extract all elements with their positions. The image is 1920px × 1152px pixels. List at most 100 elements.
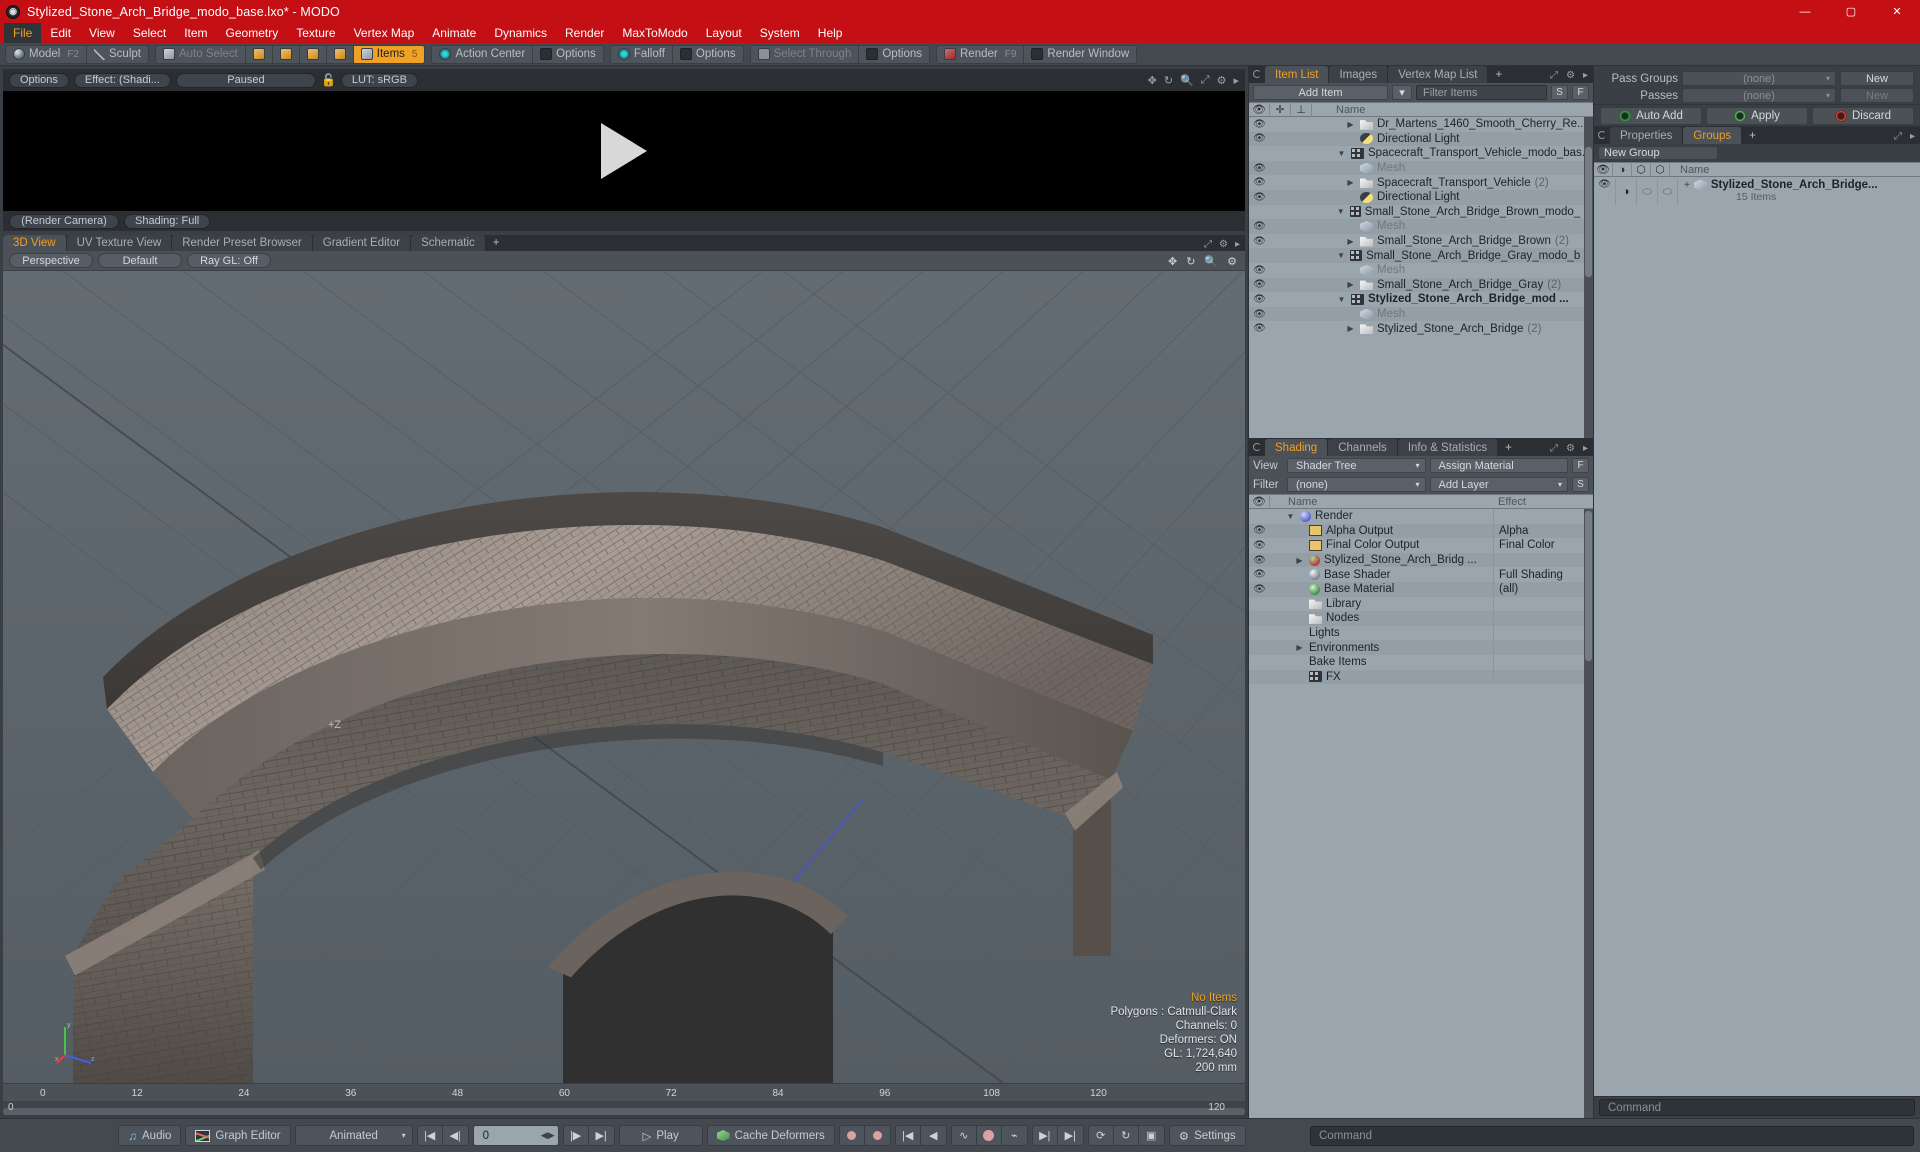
row-visibility-icon[interactable]: 👁 (1249, 236, 1270, 247)
settings-button[interactable]: ⚙ Settings (1168, 1125, 1246, 1146)
table-row[interactable]: 👁 Final Color Output Final Color▾ (1249, 538, 1593, 553)
shading-gear-icon[interactable]: ⚙ (1566, 443, 1575, 454)
row-effect-cell[interactable] (1493, 640, 1593, 655)
curve-key-button[interactable]: ∿ (952, 1126, 977, 1145)
row-name-cell[interactable]: ▶ Small_Stone_Arch_Bridge_Gray (2) (1312, 279, 1593, 291)
menu-item-help[interactable]: Help (809, 23, 852, 43)
twirl-icon[interactable]: ▼ (1285, 512, 1296, 521)
row-name-cell[interactable]: Base Material (1270, 583, 1493, 595)
row-visibility-icon[interactable]: 👁 (1249, 177, 1270, 188)
row-name-cell[interactable]: ▼ Small_Stone_Arch_Bridge_Gray_modo_b ... (1312, 250, 1593, 262)
shading-filter-select[interactable]: (none) ▾ (1287, 477, 1426, 492)
sculpt-mode-button[interactable]: Sculpt (87, 46, 148, 63)
last-key-button[interactable]: ▶| (1058, 1126, 1083, 1145)
row-effect-cell[interactable]: ▾ (1493, 552, 1593, 568)
expand-icon[interactable]: ⤢ (1201, 74, 1210, 87)
chevron-right-icon[interactable]: ▸ (1233, 74, 1239, 87)
row-visibility-icon[interactable]: 👁 (1249, 119, 1270, 130)
row-visibility-icon[interactable]: 👁 (1249, 265, 1270, 276)
twirl-icon[interactable]: ▼ (1336, 149, 1347, 158)
table-row[interactable]: 👁 ▶ Stylized_Stone_Arch_Bridge (2) (1249, 321, 1593, 336)
viewport-expand-icon[interactable]: ⤢ (1204, 239, 1212, 250)
row-effect-cell[interactable]: Final Color▾ (1493, 538, 1593, 553)
item-list-scroll-thumb[interactable] (1585, 147, 1592, 277)
row-visibility-icon[interactable]: 👁 (1249, 525, 1270, 536)
row-effect-cell[interactable] (1493, 654, 1593, 670)
current-frame-input[interactable]: 0 ◀▶ (472, 1125, 559, 1146)
viewport-rotate-icon[interactable]: ↻ (1186, 255, 1195, 268)
table-row[interactable]: 👁▼Render (1249, 509, 1593, 524)
viewport-pan-icon[interactable]: ✥ (1168, 255, 1177, 268)
row-name-cell[interactable]: Mesh (1312, 162, 1593, 174)
timeline-scrollbar[interactable]: 0 120 (3, 1101, 1245, 1115)
table-row[interactable]: 👁▼Small_Stone_Arch_Bridge_Gray_modo_b ..… (1249, 248, 1593, 263)
select-through-button[interactable]: Select Through (751, 45, 860, 63)
row-name-cell[interactable]: ▼ Spacecraft_Transport_Vehicle_modo_bas..… (1312, 147, 1593, 159)
table-row[interactable]: 👁 Alpha Output Alpha▾ (1249, 523, 1593, 539)
auto-select-button[interactable]: Auto Select (156, 45, 246, 63)
row-name-cell[interactable]: ▶ Environments (1270, 642, 1493, 654)
menu-item-item[interactable]: Item (175, 23, 216, 43)
table-row[interactable]: 👁 Mesh (1249, 219, 1593, 234)
add-shading-tab-button[interactable]: + (1498, 439, 1520, 456)
row-name-cell[interactable]: Mesh (1312, 220, 1593, 232)
row-name-cell[interactable]: FX (1270, 671, 1493, 683)
tab-properties[interactable]: Properties (1610, 127, 1684, 144)
tab-uv-texture-view[interactable]: UV Texture View (66, 235, 173, 251)
shading-s-button[interactable]: S (1572, 477, 1589, 492)
tab-channels[interactable]: Channels (1328, 439, 1398, 456)
table-row[interactable]: 👁 Directional Light (1249, 189, 1593, 205)
add-groups-tab-button[interactable]: + (1742, 127, 1764, 144)
row-name-cell[interactable]: Final Color Output (1270, 539, 1493, 551)
row-name-cell[interactable]: ▼ Render (1270, 510, 1493, 522)
row-visibility-icon[interactable]: 👁 (1249, 221, 1270, 232)
group-expand-icon[interactable]: + (1684, 180, 1690, 191)
animated-mode-select[interactable]: Animated ▾ (294, 1125, 413, 1146)
3d-viewport[interactable]: +Z y z x No Items Polygons : Catmull-Cla… (3, 271, 1245, 1083)
twirl-icon[interactable]: ▼ (1336, 251, 1346, 260)
key-cycle-button[interactable]: ↻ (1114, 1126, 1139, 1145)
row-effect-cell[interactable] (1493, 669, 1593, 685)
row-effect-cell[interactable]: Full Shading▾ (1493, 567, 1593, 582)
row-name-cell[interactable]: ▼ Stylized_Stone_Arch_Bridge_mod ... (1312, 293, 1593, 305)
polygon-mode-button[interactable] (300, 45, 327, 63)
add-item-dropdown-icon[interactable]: ▾ (1392, 85, 1412, 100)
item-list-expand-icon[interactable]: ⤢ (1550, 70, 1558, 81)
perspective-button[interactable]: Perspective (9, 253, 93, 268)
tab-images[interactable]: Images (1329, 66, 1389, 83)
viewport-chevron-icon[interactable]: ▸ (1235, 239, 1240, 250)
edge-mode-button[interactable] (273, 45, 300, 63)
menu-item-view[interactable]: View (80, 23, 124, 43)
render-preview-canvas[interactable] (3, 91, 1245, 211)
row-name-cell[interactable]: ▼ Small_Stone_Arch_Bridge_Brown_modo_ ... (1312, 206, 1593, 218)
next-frame-button[interactable]: |▶ (564, 1126, 589, 1145)
add-item-button[interactable]: Add Item (1253, 85, 1388, 100)
group-row-render-toggle[interactable]: ◑ (1615, 179, 1636, 205)
row-visibility-icon[interactable]: 👁 (1249, 163, 1270, 174)
tab-gradient-editor[interactable]: Gradient Editor (312, 235, 412, 251)
vertex-mode-button[interactable] (246, 45, 273, 63)
menu-item-vertex-map[interactable]: Vertex Map (345, 23, 424, 43)
lock-icon[interactable]: 🔓 (321, 73, 336, 87)
row-effect-cell[interactable] (1493, 611, 1593, 626)
play-button[interactable]: ▷ Play (618, 1125, 703, 1146)
row-name-cell[interactable]: Nodes (1270, 612, 1493, 624)
close-button[interactable]: ✕ (1874, 0, 1920, 23)
viewport-gear-icon[interactable]: ⚙ (1219, 239, 1228, 250)
row-effect-cell[interactable] (1493, 625, 1593, 641)
item-list-chevron-icon[interactable]: ▸ (1583, 70, 1588, 81)
table-row[interactable]: 👁 ▶ Spacecraft_Transport_Vehicle (2) (1249, 175, 1593, 190)
row-name-cell[interactable]: ▶ Spacecraft_Transport_Vehicle (2) (1312, 177, 1593, 189)
auto-add-button[interactable]: Auto Add (1600, 106, 1702, 125)
row-effect-cell[interactable]: Alpha▾ (1493, 523, 1593, 539)
row-visibility-icon[interactable]: 👁 (1249, 192, 1270, 203)
passes-new-button[interactable]: New (1840, 88, 1914, 103)
group-row[interactable]: 👁 ◑ ⬭ ⬭ + Stylized_Stone_Arch_Bridge... … (1594, 177, 1920, 205)
menu-item-edit[interactable]: Edit (41, 23, 80, 43)
row-visibility-icon[interactable]: 👁 (1249, 323, 1270, 334)
table-row[interactable]: 👁 Base Material (all)▾ (1249, 581, 1593, 597)
row-effect-cell[interactable] (1493, 596, 1593, 612)
tab-render-preset-browser[interactable]: Render Preset Browser (172, 235, 313, 251)
row-name-cell[interactable]: Lights (1270, 627, 1493, 639)
shader-tree-select[interactable]: Shader Tree ▾ (1287, 458, 1426, 473)
